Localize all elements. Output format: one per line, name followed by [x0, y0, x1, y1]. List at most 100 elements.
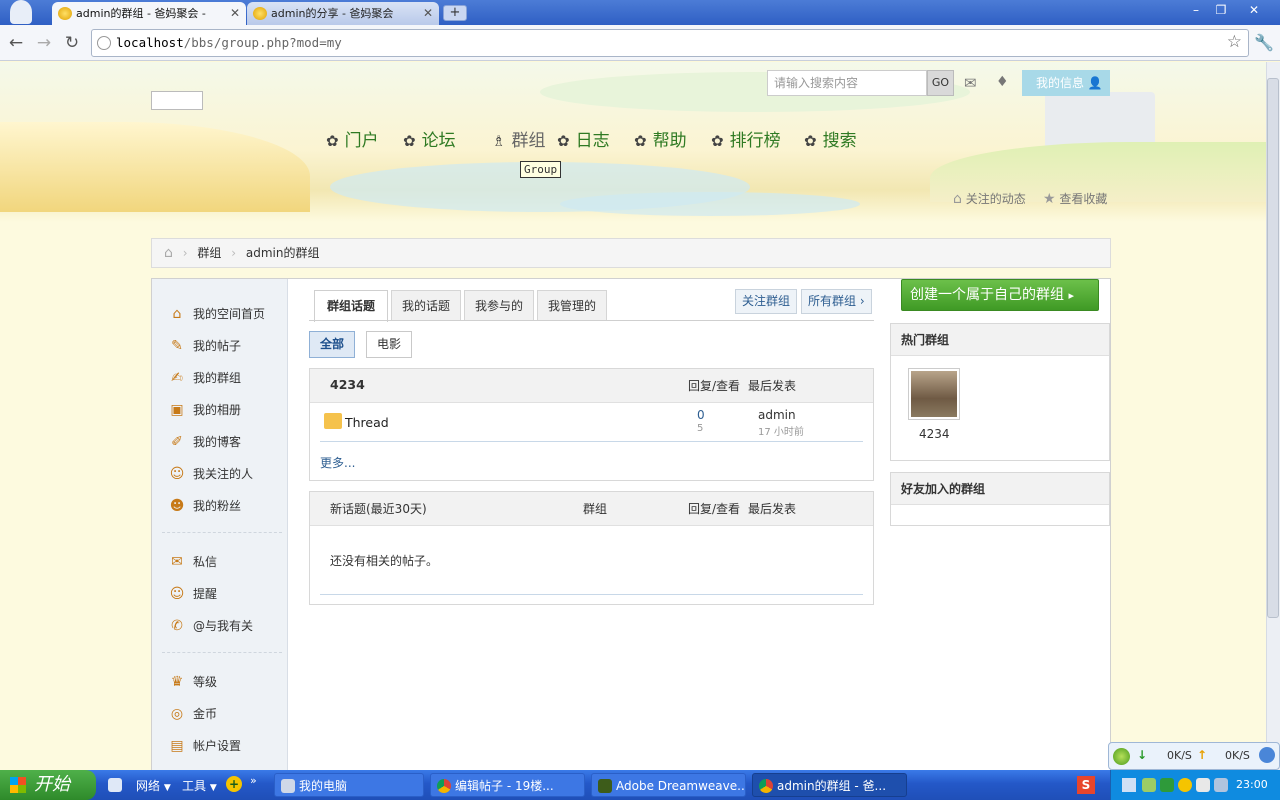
- sidebar-item-my-groups[interactable]: ✍ 我的群组: [168, 368, 241, 388]
- overflow-chevron-icon[interactable]: »: [250, 774, 257, 787]
- thread-title-link[interactable]: Thread: [345, 415, 389, 430]
- nav-forum[interactable]: ✿ 论坛: [403, 128, 456, 154]
- sidebar-item-my-blog[interactable]: ✐ 我的博客: [168, 432, 241, 452]
- my-info-button[interactable]: 我的信息 👤: [1022, 70, 1110, 96]
- download-arrow-icon: ↓: [1137, 748, 1148, 762]
- tab-admin-share[interactable]: admin的分享 - 爸妈聚会 ✕: [247, 2, 439, 25]
- blog-icon: ✐: [171, 434, 183, 450]
- mail-icon[interactable]: ✉: [964, 74, 977, 92]
- add-icon[interactable]: +: [226, 776, 242, 792]
- minimize-button[interactable]: –: [1184, 1, 1208, 19]
- nav-group[interactable]: ♗ 群组: [492, 128, 545, 154]
- edit-icon: ✎: [171, 338, 183, 354]
- tray-app-icon[interactable]: [1142, 778, 1156, 792]
- home-icon[interactable]: ⌂: [164, 245, 173, 261]
- hot-group-name[interactable]: 4234: [919, 427, 950, 441]
- tray-app-icon[interactable]: [1160, 778, 1174, 792]
- nav-portal[interactable]: ✿ 门户: [326, 128, 379, 154]
- nav-search[interactable]: ✿ 搜索: [804, 128, 857, 154]
- task-edit-post[interactable]: 编辑帖子 - 19楼...: [430, 773, 585, 797]
- nav-label: 日志: [575, 131, 610, 151]
- tab-admin-groups[interactable]: admin的群组 - 爸妈聚会 - ✕: [52, 2, 246, 25]
- tray-volume-icon[interactable]: [1214, 778, 1228, 792]
- sidebar-item-space-home[interactable]: ⌂ 我的空间首页: [168, 304, 265, 324]
- maximize-button[interactable]: ❐: [1209, 1, 1233, 19]
- nav-help[interactable]: ✿ 帮助: [634, 128, 687, 154]
- quick-network[interactable]: 网络 ▼: [136, 777, 171, 794]
- follow-feed-link[interactable]: ⌂ 关注的动态: [953, 190, 1026, 207]
- start-label: 开始: [34, 774, 70, 795]
- back-icon[interactable]: ←: [6, 33, 26, 53]
- sidebar-item-fans[interactable]: ☻ 我的粉丝: [168, 496, 241, 516]
- speed-menu-icon[interactable]: [1259, 747, 1275, 763]
- envelope-icon: ✉: [171, 554, 183, 570]
- quick-tools[interactable]: 工具 ▼: [182, 777, 217, 794]
- window-close-button[interactable]: ✕: [1242, 1, 1266, 19]
- tab-managed[interactable]: 我管理的: [537, 290, 607, 321]
- tab-group-topics[interactable]: 群组话题: [314, 290, 388, 322]
- breadcrumb-groups[interactable]: 群组: [197, 246, 221, 260]
- sidebar-item-account-settings[interactable]: ▤ 帐户设置: [168, 736, 241, 756]
- thread-last-author[interactable]: admin: [758, 408, 796, 422]
- start-button[interactable]: 开始: [0, 770, 96, 800]
- reload-icon[interactable]: ↻: [62, 33, 82, 53]
- search-input[interactable]: 请输入搜索内容: [767, 70, 927, 96]
- settings-card-icon: ▤: [170, 738, 184, 754]
- group-thumbnail[interactable]: [908, 368, 960, 420]
- task-dreamweaver[interactable]: Adobe Dreamweave...: [591, 773, 746, 797]
- ime-icon[interactable]: S: [1077, 776, 1095, 794]
- tab-participated[interactable]: 我参与的: [464, 290, 534, 321]
- forward-icon[interactable]: →: [34, 33, 54, 53]
- sidebar-label: 等级: [193, 675, 218, 689]
- nav-blog[interactable]: ✿ 日志: [557, 128, 610, 154]
- sidebar-item-level[interactable]: ♛ 等级: [168, 672, 217, 692]
- sidebar-item-notices[interactable]: ☺ 提醒: [168, 584, 217, 604]
- follow-group-button[interactable]: 关注群组: [735, 289, 798, 314]
- speed-ball-icon[interactable]: [1113, 748, 1130, 765]
- sidebar-item-my-posts[interactable]: ✎ 我的帖子: [168, 336, 241, 356]
- task-my-computer[interactable]: 我的电脑: [274, 773, 424, 797]
- sidebar-item-following[interactable]: ☺ 我关注的人: [168, 464, 253, 484]
- person-icon: ☺: [169, 466, 185, 482]
- tab-my-topics[interactable]: 我的话题: [391, 290, 461, 321]
- col-reply-view: 回复/查看: [688, 379, 741, 393]
- scrollbar-thumb[interactable]: [1267, 78, 1279, 618]
- filter-movie-button[interactable]: 电影: [366, 331, 413, 358]
- url-host: localhost: [116, 35, 184, 50]
- url-text: localhost/bbs/group.php?mod=my: [116, 35, 342, 50]
- filter-all-button[interactable]: 全部: [309, 331, 356, 358]
- flower-icon: ✿: [634, 132, 647, 150]
- tray-app-icon[interactable]: [1178, 778, 1192, 792]
- sidebar-item-coins[interactable]: ◎ 金币: [168, 704, 217, 724]
- group-title[interactable]: 4234: [330, 377, 365, 392]
- create-group-button[interactable]: 创建一个属于自己的群组 ▸: [901, 279, 1099, 311]
- sidebar-label: 我的群组: [193, 371, 242, 385]
- sidebar-item-my-album[interactable]: ▣ 我的相册: [168, 400, 241, 420]
- bookmark-star-icon[interactable]: ☆: [1227, 32, 1242, 52]
- close-icon[interactable]: ✕: [423, 2, 433, 25]
- new-tab-button[interactable]: +: [443, 5, 467, 21]
- nav-ranking[interactable]: ✿ 排行榜: [711, 128, 781, 154]
- tray-shield-icon[interactable]: [1196, 778, 1210, 792]
- thread-replies[interactable]: 0: [697, 408, 705, 422]
- notification-icon[interactable]: ♦: [996, 74, 1009, 90]
- tray-network-icon[interactable]: [1122, 778, 1136, 792]
- address-bar[interactable]: localhost/bbs/group.php?mod=my ☆: [91, 29, 1249, 57]
- task-admin-groups[interactable]: admin的群组 - 爸...: [752, 773, 907, 797]
- wrench-icon[interactable]: 🔧: [1254, 33, 1274, 52]
- all-groups-button[interactable]: 所有群组 ›: [801, 289, 872, 314]
- quicklaunch-icon[interactable]: [108, 778, 122, 792]
- site-logo[interactable]: [151, 91, 203, 110]
- sidebar-label: 我关注的人: [193, 467, 254, 481]
- clock[interactable]: 23:00: [1236, 778, 1268, 791]
- more-link[interactable]: 更多...: [320, 454, 355, 471]
- sidebar-item-mentions[interactable]: ✆ @与我有关: [168, 616, 253, 636]
- upload-speed: 0K/S: [1225, 749, 1250, 762]
- close-icon[interactable]: ✕: [230, 2, 240, 25]
- search-go-button[interactable]: GO: [927, 70, 954, 96]
- favorites-link[interactable]: ★ 查看收藏: [1043, 190, 1107, 207]
- empty-message: 还没有相关的帖子。: [330, 554, 439, 568]
- breadcrumb-admin-groups[interactable]: admin的群组: [246, 246, 320, 260]
- hot-groups-title: 热门群组: [891, 324, 1109, 356]
- sidebar-item-messages[interactable]: ✉ 私信: [168, 552, 217, 572]
